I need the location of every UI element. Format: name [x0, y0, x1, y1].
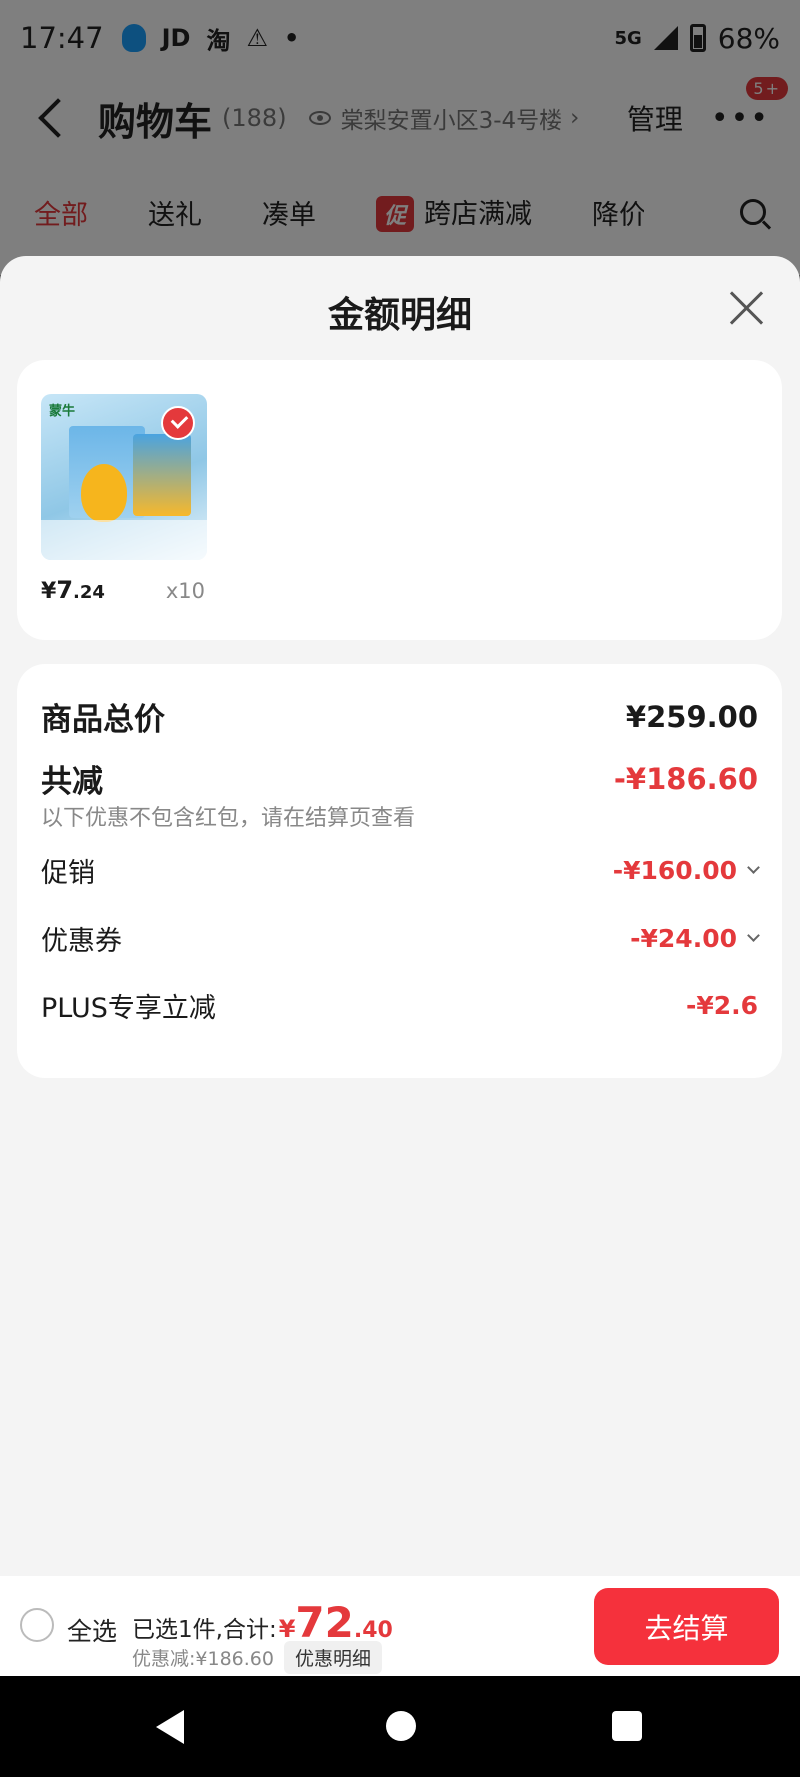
battery-icon [689, 24, 706, 52]
discount-note: 以下优惠不包含红包，请在结算页查看 [41, 806, 416, 831]
sheet-title: 金额明细 [327, 295, 472, 336]
tab-price-drop[interactable]: 降价 [592, 193, 644, 232]
status-time: 17:47 [20, 21, 104, 55]
close-icon[interactable] [728, 290, 764, 326]
chevron-right-icon: › [570, 105, 580, 131]
status-right: 5G 68% [614, 22, 780, 55]
selected-total: 已选1件,合计: ¥ 72 .40 [132, 1598, 393, 1647]
total-int: 72 [295, 1598, 354, 1647]
selected-text: 已选1件,合计: [132, 1617, 277, 1643]
coupon-value: -¥24.00 [630, 924, 737, 953]
signal-icon [653, 26, 678, 50]
system-home-icon[interactable] [386, 1711, 416, 1741]
plus-row: PLUS专享立减 -¥2.6 [41, 986, 758, 1025]
amount-detail-sheet: 金额明细 蒙牛 ¥7.24 x10 商品总价 ¥259.00 共减 -¥186. [0, 256, 800, 1676]
checkout-bar: 全选 已选1件,合计: ¥ 72 .40 优惠减:¥186.60 优惠明细 去结… [0, 1576, 800, 1676]
promo-value-group: -¥160.00 [612, 856, 760, 885]
system-nav-bar [0, 1676, 800, 1777]
product-price: ¥7.24 [41, 576, 105, 604]
price-symbol: ¥ [41, 579, 57, 604]
tab-add-on[interactable]: 凑单 [262, 193, 316, 232]
cart-page-background: 17:47 JD 淘 ⚠ • 5G 68% 购物车 (188) 棠梨安置小区3-… [0, 0, 800, 275]
address-text: 棠梨安置小区3-4号楼 [340, 108, 563, 134]
product-image: 蒙牛 [41, 394, 207, 560]
checked-icon [161, 406, 195, 440]
jd-icon: JD [161, 24, 191, 52]
discount-label: 共减 [41, 764, 103, 800]
goods-total-value: ¥259.00 [625, 699, 758, 734]
product-price-row: ¥7.24 x10 [41, 576, 207, 604]
network-type: 5G [614, 27, 642, 49]
coupon-value-group: -¥24.00 [630, 924, 760, 953]
product-card: 蒙牛 ¥7.24 x10 [17, 360, 782, 640]
coupon-label: 优惠券 [41, 926, 122, 957]
ice-graphic [41, 520, 207, 560]
discount-detail-button[interactable]: 优惠明细 [283, 1641, 382, 1674]
message-badge: 5+ [746, 76, 788, 100]
total-symbol: ¥ [278, 1615, 296, 1643]
taobao-icon: 淘 [206, 26, 231, 55]
chevron-down-icon [747, 861, 760, 874]
tab-gift[interactable]: 送礼 [148, 193, 202, 232]
discount-summary: 优惠减:¥186.60 [132, 1648, 274, 1670]
coupon-row[interactable]: 优惠券 -¥24.00 [41, 919, 760, 958]
total-dec: .40 [353, 1618, 393, 1643]
summary-card: 商品总价 ¥259.00 共减 -¥186.60 以下优惠不包含红包，请在结算页… [17, 664, 782, 1078]
back-arrow-icon[interactable] [38, 98, 78, 138]
plus-value-group: -¥2.6 [686, 991, 758, 1020]
product-box-right [133, 434, 191, 516]
discount-value: -¥186.60 [613, 761, 758, 796]
select-all-radio[interactable] [20, 1608, 54, 1642]
promo-value: -¥160.00 [612, 856, 737, 885]
more-menu[interactable]: ••• 5+ [710, 76, 788, 136]
system-recents-icon[interactable] [612, 1711, 642, 1741]
product-quantity: x10 [165, 579, 205, 603]
more-dots-icon: ••• [710, 100, 770, 136]
price-int: 7 [56, 576, 74, 604]
discount-info: 优惠减:¥186.60 优惠明细 [132, 1641, 382, 1674]
manage-button[interactable]: 管理 [627, 98, 683, 138]
chevron-down-icon [747, 929, 760, 942]
page-title: 购物车 [98, 99, 213, 144]
system-back-icon[interactable] [156, 1710, 184, 1744]
cart-count: (188) [222, 104, 287, 132]
discount-row: 共减 -¥186.60 [41, 756, 758, 801]
filter-tabs: 全部 送礼 凑单 促跨店满减 降价 [0, 182, 800, 242]
brand-logo: 蒙牛 [49, 404, 76, 419]
tab-cross-store[interactable]: 促跨店满减 [376, 192, 532, 232]
battery-level: 68% [717, 21, 780, 55]
search-icon[interactable] [740, 199, 766, 225]
promo-label: 促销 [41, 858, 95, 889]
dot-icon: • [283, 24, 300, 52]
plus-value: -¥2.6 [685, 991, 758, 1020]
goods-total-label: 商品总价 [41, 702, 165, 738]
tab-all[interactable]: 全部 [34, 193, 88, 232]
checkout-button[interactable]: 去结算 [594, 1588, 779, 1665]
product-item[interactable]: 蒙牛 ¥7.24 x10 [41, 394, 207, 604]
nav-bar: 购物车 (188) 棠梨安置小区3-4号楼 › 管理 ••• 5+ [0, 76, 800, 156]
warning-icon: ⚠ [246, 24, 268, 52]
goods-total-row: 商品总价 ¥259.00 [41, 694, 758, 739]
qq-icon [121, 24, 146, 52]
eye-icon [308, 111, 331, 125]
promo-row[interactable]: 促销 -¥160.00 [41, 851, 760, 890]
price-dec: .24 [73, 582, 105, 603]
mango-graphic [81, 464, 127, 522]
status-bar: 17:47 JD 淘 ⚠ • 5G 68% [0, 0, 800, 76]
tab-cross-store-label: 跨店满减 [424, 199, 533, 230]
plus-label: PLUS专享立减 [41, 993, 216, 1024]
select-all-label[interactable]: 全选 [67, 1612, 117, 1648]
address-selector[interactable]: 棠梨安置小区3-4号楼 › [308, 101, 580, 135]
promo-tag: 促 [376, 196, 415, 232]
